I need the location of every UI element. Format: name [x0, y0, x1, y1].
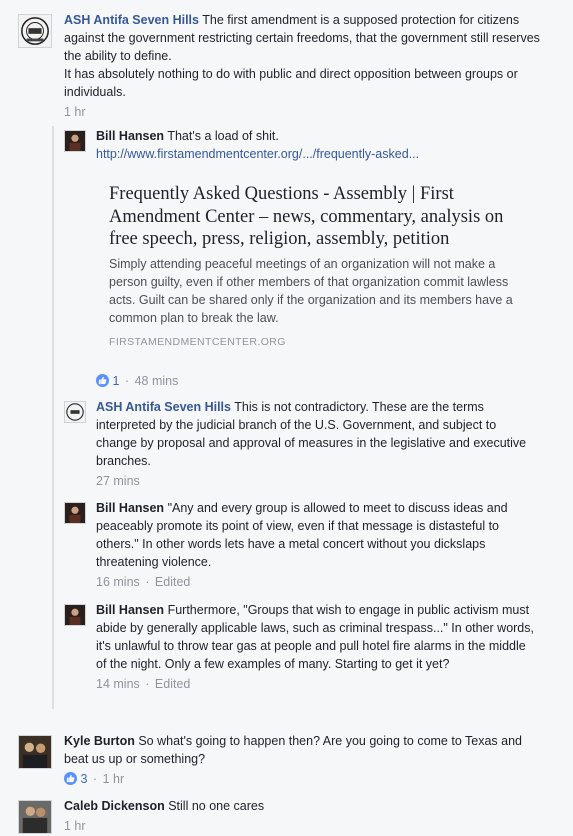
meta-separator: ·	[124, 374, 130, 388]
meta-separator: ·	[92, 772, 98, 786]
comment-text: That's a load of shit.	[167, 129, 279, 143]
comment-author[interactable]: Bill Hansen	[96, 603, 164, 617]
avatar[interactable]	[18, 800, 52, 834]
link-preview-description: Simply attending peaceful meetings of an…	[109, 257, 513, 325]
comment-author[interactable]: Bill Hansen	[96, 501, 164, 515]
avatar[interactable]	[64, 130, 86, 152]
edited-label[interactable]: Edited	[155, 677, 190, 691]
comment-item: Caleb Dickenson Still no one cares 1 hr	[18, 797, 548, 836]
profile-photo-icon	[65, 503, 85, 523]
link-preview-card[interactable]: Frequently Asked Questions - Assembly | …	[96, 170, 526, 358]
avatar[interactable]	[18, 14, 52, 48]
comment-author[interactable]: ASH Antifa Seven Hills	[64, 13, 199, 27]
comment-body: Caleb Dickenson Still no one cares 1 hr	[64, 797, 548, 835]
comment-text-block: Caleb Dickenson Still no one cares	[64, 797, 548, 815]
comment-text-block: ASH Antifa Seven Hills The first amendme…	[64, 11, 548, 65]
comment-item: Kyle Burton So what's going to happen th…	[18, 732, 548, 790]
profile-photo-icon	[65, 605, 85, 625]
link-preview-domain: FIRSTAMENDMENTCENTER.ORG	[109, 336, 286, 348]
comment-meta: 1 · 48 mins	[96, 372, 178, 390]
comment-item: Bill Hansen Furthermore, "Groups that wi…	[64, 601, 534, 714]
like-badge[interactable]	[96, 374, 109, 387]
comment-meta: 16 mins · Edited	[96, 573, 534, 591]
comment-meta: 1 hr	[64, 817, 548, 835]
avatar[interactable]	[18, 735, 52, 769]
comment-link[interactable]: http://www.firstamendmentcenter.org/.../…	[96, 147, 419, 161]
comment-text-block: Bill Hansen "Any and every group is allo…	[96, 499, 534, 571]
edited-label[interactable]: Edited	[155, 575, 190, 589]
like-count[interactable]: 3	[80, 772, 87, 786]
meta-separator: ·	[145, 677, 150, 691]
comment-item: ASH Antifa Seven Hills This is not contr…	[64, 398, 534, 491]
thumbs-up-icon	[66, 774, 75, 783]
comment-timestamp[interactable]: 1 hr	[64, 105, 86, 119]
meta-separator: ·	[145, 575, 150, 589]
comment-text-block: Bill Hansen That's a load of shit.	[96, 127, 534, 145]
profile-photo-icon	[19, 736, 51, 768]
comment-timestamp[interactable]: 1 hr	[64, 819, 86, 833]
link-preview-title[interactable]: Frequently Asked Questions - Assembly | …	[109, 183, 519, 251]
comment-text-continuation: It has absolutely nothing to do with pub…	[64, 67, 518, 99]
comment-meta: 1 hr	[64, 103, 548, 121]
comment-meta: 14 mins · Edited	[96, 675, 534, 693]
comment-body: Kyle Burton So what's going to happen th…	[64, 732, 548, 788]
comment-timestamp[interactable]: 27 mins	[96, 474, 140, 488]
comment-text-block: Kyle Burton So what's going to happen th…	[64, 732, 548, 768]
comment-timestamp[interactable]: 1 hr	[103, 772, 125, 786]
comment-author[interactable]: ASH Antifa Seven Hills	[96, 400, 231, 414]
avatar[interactable]	[64, 604, 86, 626]
comment-body: ASH Antifa Seven Hills This is not contr…	[96, 398, 534, 490]
comment-meta: 3 · 1 hr	[64, 770, 548, 788]
comment-text-block: ASH Antifa Seven Hills This is not contr…	[96, 398, 534, 470]
like-badge[interactable]	[64, 772, 77, 785]
antifa-logo-icon	[21, 17, 49, 45]
comment-body: Bill Hansen "Any and every group is allo…	[96, 499, 534, 591]
thread-connector	[52, 126, 54, 709]
avatar[interactable]	[64, 401, 86, 423]
profile-photo-icon	[19, 801, 51, 833]
comment-timestamp[interactable]: 14 mins	[96, 677, 140, 691]
comment-text-block: Bill Hansen Furthermore, "Groups that wi…	[96, 601, 534, 673]
comment-author[interactable]: Kyle Burton	[64, 734, 135, 748]
comment-body: Bill Hansen Furthermore, "Groups that wi…	[96, 601, 534, 693]
comment-meta: 27 mins	[96, 472, 534, 490]
comment-item: ASH Antifa Seven Hills The first amendme…	[18, 11, 548, 121]
profile-photo-icon	[65, 131, 85, 151]
thumbs-up-icon	[98, 376, 107, 385]
like-count[interactable]: 1	[112, 374, 119, 388]
comment-timestamp[interactable]: 48 mins	[135, 374, 179, 388]
comment-body: ASH Antifa Seven Hills The first amendme…	[64, 11, 548, 121]
comment-text: Still no one cares	[168, 799, 265, 813]
comment-author[interactable]: Caleb Dickenson	[64, 799, 165, 813]
comment-item: Bill Hansen "Any and every group is allo…	[64, 499, 534, 592]
comment-body: Bill Hansen That's a load of shit. http:…	[96, 127, 534, 163]
avatar[interactable]	[64, 502, 86, 524]
antifa-logo-icon	[66, 403, 84, 421]
comment-timestamp[interactable]: 16 mins	[96, 575, 140, 589]
comment-author[interactable]: Bill Hansen	[96, 129, 164, 143]
